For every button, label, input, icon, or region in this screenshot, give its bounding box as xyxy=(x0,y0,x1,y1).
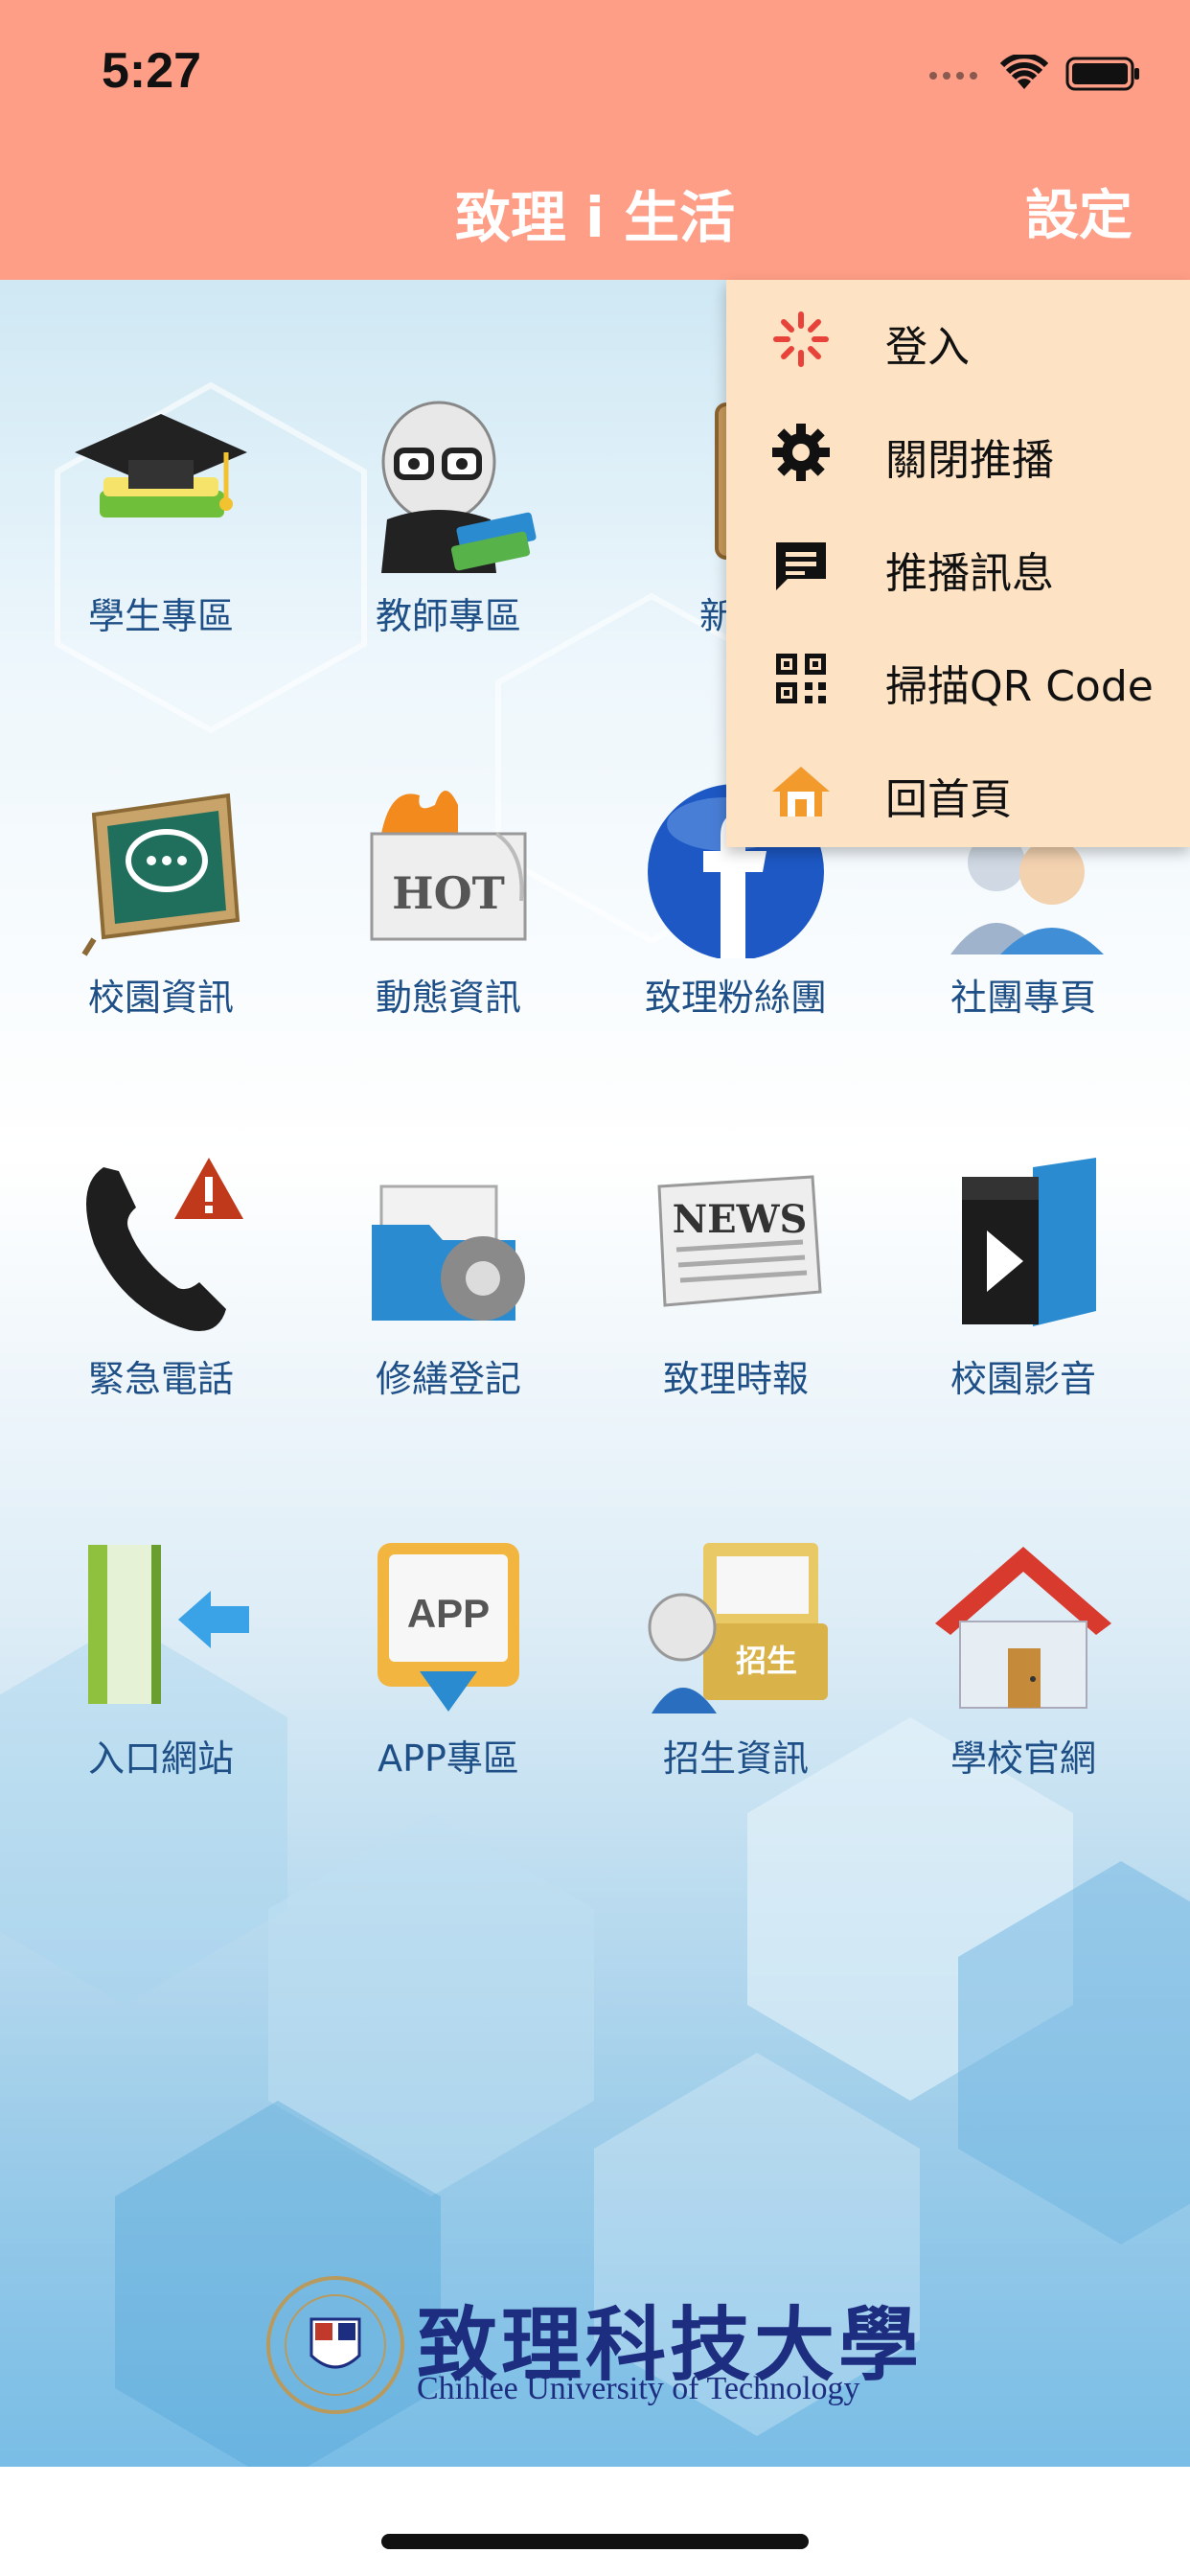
settings-dropdown-menu: 登入 關閉推播 推播訊息 掃描QR Code 回首頁 xyxy=(726,280,1190,847)
grid-item-label: 校園影音 xyxy=(950,1358,1096,1400)
teacher-icon xyxy=(353,385,544,577)
battery-icon xyxy=(1065,57,1139,91)
cellular-signal-icon xyxy=(929,72,977,80)
grid-item-portal[interactable]: 入口網站 xyxy=(17,1528,305,1815)
hot-icon: HOT xyxy=(353,767,544,958)
menu-item-label: 掃描QR Code xyxy=(885,662,1154,711)
bottom-safe-area xyxy=(0,2467,1190,2576)
admission-folder-icon: 招生 xyxy=(640,1528,832,1719)
page-title: 致理 i 生活 xyxy=(454,185,736,250)
school-house-icon xyxy=(927,1528,1119,1719)
home-icon xyxy=(772,767,830,816)
app-download-icon: APP xyxy=(353,1528,544,1719)
grid-item-label: 校園資訊 xyxy=(87,977,234,1019)
status-icons xyxy=(926,50,1142,98)
grid-item-label: 修繕登記 xyxy=(375,1358,521,1400)
grid-item-news-feed[interactable]: HOT 動態資訊 xyxy=(305,767,592,1054)
menu-item-label: 登入 xyxy=(885,323,970,372)
grid-item-label: 教師專區 xyxy=(375,595,521,637)
menu-item-home[interactable]: 回首頁 xyxy=(726,732,1190,845)
grid-item-teacher[interactable]: 教師專區 xyxy=(305,385,592,673)
menu-item-label: 關閉推播 xyxy=(885,436,1054,485)
status-time: 5:27 xyxy=(102,43,202,99)
grid-item-app-zone[interactable]: APP APP專區 xyxy=(305,1528,592,1815)
menu-item-push-messages[interactable]: 推播訊息 xyxy=(726,506,1190,619)
menu-item-login[interactable]: 登入 xyxy=(726,280,1190,393)
phone-alert-icon xyxy=(65,1148,257,1340)
app-text: APP xyxy=(407,1591,490,1636)
chalkboard-chat-icon xyxy=(65,767,257,958)
grid-item-chihlee-times[interactable]: NEWS 致理時報 xyxy=(592,1148,880,1436)
portal-door-icon xyxy=(65,1528,257,1719)
grid-item-school-website[interactable]: 學校官網 xyxy=(880,1528,1167,1815)
grid-item-label: 入口網站 xyxy=(87,1737,234,1780)
gear-icon xyxy=(772,424,830,481)
menu-item-disable-push[interactable]: 關閉推播 xyxy=(726,393,1190,506)
message-icon xyxy=(776,542,826,590)
grid-item-label: 學校官網 xyxy=(950,1737,1096,1780)
menu-item-scan-qr[interactable]: 掃描QR Code xyxy=(726,619,1190,732)
login-spinner-icon xyxy=(773,311,829,367)
newspaper-icon: NEWS xyxy=(640,1148,832,1340)
university-emblem-icon xyxy=(266,2276,404,2414)
grid-item-label: APP專區 xyxy=(378,1737,519,1780)
video-clapper-icon xyxy=(927,1148,1119,1340)
news-text: NEWS xyxy=(673,1197,808,1242)
university-name-english: Chihlee University of Technology xyxy=(417,2371,860,2406)
app-header: 5:27 致理 i 生活 設定 xyxy=(0,0,1190,280)
grid-item-label: 社團專頁 xyxy=(950,977,1096,1019)
menu-item-label: 推播訊息 xyxy=(885,549,1054,598)
university-logo: 致理科技大學 Chihlee University of Technology xyxy=(263,2273,925,2426)
grid-item-admission-info[interactable]: 招生 招生資訊 xyxy=(592,1528,880,1815)
grid-item-label: 致理時報 xyxy=(662,1358,809,1400)
folder-gear-icon xyxy=(353,1148,544,1340)
grid-item-label: 致理粉絲團 xyxy=(644,977,827,1019)
settings-button[interactable]: 設定 xyxy=(1025,172,1133,250)
grid-item-campus-video[interactable]: 校園影音 xyxy=(880,1148,1167,1436)
qr-code-icon xyxy=(776,654,826,703)
admission-text: 招生 xyxy=(736,1643,797,1679)
grid-item-label: 動態資訊 xyxy=(375,977,521,1019)
graduation-cap-icon xyxy=(65,385,257,577)
menu-item-label: 回首頁 xyxy=(885,775,1012,824)
wifi-icon xyxy=(1000,55,1048,89)
grid-item-label: 緊急電話 xyxy=(87,1358,234,1400)
grid-item-label: 招生資訊 xyxy=(662,1737,809,1780)
hot-text: HOT xyxy=(392,867,505,919)
grid-item-campus-info[interactable]: 校園資訊 xyxy=(17,767,305,1054)
grid-item-repair-register[interactable]: 修繕登記 xyxy=(305,1148,592,1436)
grid-item-label: 學生專區 xyxy=(87,595,234,637)
home-indicator[interactable] xyxy=(381,2534,809,2549)
grid-item-student[interactable]: 學生專區 xyxy=(17,385,305,673)
grid-item-emergency-phone[interactable]: 緊急電話 xyxy=(17,1148,305,1436)
